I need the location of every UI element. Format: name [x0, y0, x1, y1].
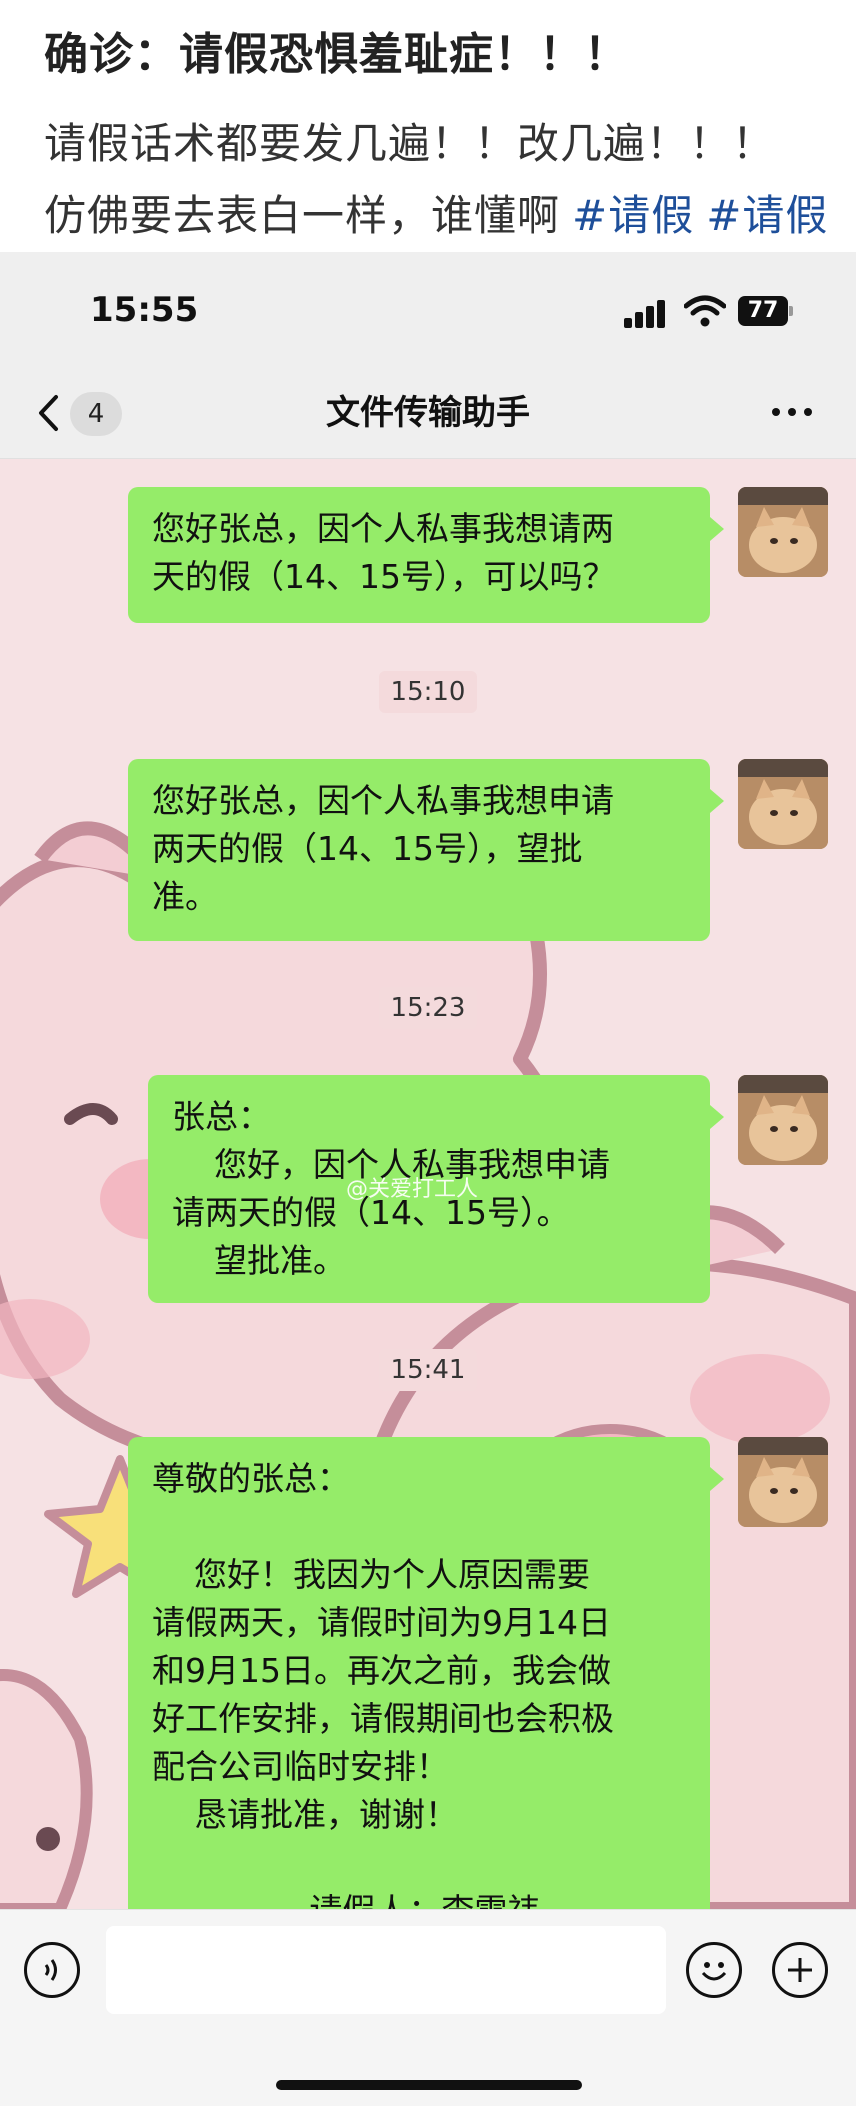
emoji-button[interactable] [686, 1942, 742, 1998]
post-title: 确诊：请假恐惧羞耻症！！！ [44, 29, 629, 80]
cat-avatar-icon [738, 487, 828, 577]
avatar[interactable] [738, 487, 828, 577]
message-bubble[interactable]: 您好张总，因个人私事我想请两 天的假（14、15号），可以吗？ [128, 487, 724, 623]
avatar[interactable] [738, 1437, 828, 1527]
message-bubble[interactable]: 尊敬的张总： 您好！我因为个人原因需要 请假两天，请假时间为9月14日 和9月1… [128, 1437, 724, 1909]
watermark: @关爱打工人 [346, 1177, 479, 1202]
more-functions-button[interactable] [772, 1942, 828, 1998]
chat-navbar: 文件传输助手 4 [0, 368, 856, 459]
message-timestamp: 15:10 [0, 671, 856, 713]
post-body-line-2: 仿佛要去表白一样，谁懂啊 #请假 #请假 [44, 182, 856, 243]
chat-title: 文件传输助手 [326, 393, 530, 433]
avatar[interactable] [738, 1075, 828, 1165]
message-timestamp: 15:23 [0, 987, 856, 1029]
post-body-text: 仿佛要去表白一样，谁懂啊 [44, 191, 561, 240]
message-input[interactable] [106, 1926, 666, 2014]
message-bubble[interactable]: 您好张总，因个人私事我想申请 两天的假（14、15号），望批 准。 [128, 759, 724, 941]
message-timestamp: 15:41 [0, 1349, 856, 1391]
cellular-signal-icon [624, 298, 668, 328]
voice-icon [44, 1959, 57, 1981]
emoji-smile-icon [701, 1962, 727, 1981]
battery-icon: 77 [738, 296, 794, 326]
unread-count-badge[interactable]: 4 [70, 392, 122, 436]
plus-icon [788, 1958, 812, 1982]
post-header: 确诊：请假恐惧羞耻症！！！ 请假话术都要发几遍！！改几遍！！！ 仿佛要去表白一样… [0, 0, 856, 252]
status-bar: 15:55 77 [0, 252, 856, 368]
chat-messages-area[interactable]: 您好张总，因个人私事我想请两 天的假（14、15号），可以吗？ 15:10 您好… [0, 459, 856, 1909]
cat-avatar-icon [738, 759, 828, 849]
cat-avatar-icon [738, 1437, 828, 1527]
wifi-icon [684, 295, 726, 327]
chat-screenshot: 15:55 77 文件传输助手 4 您好张总，因个人私事我想请两 天的假（14、… [0, 252, 856, 2106]
voice-input-button[interactable] [24, 1942, 80, 1998]
hashtag-link[interactable]: #请假 [572, 191, 694, 240]
battery-level: 77 [738, 296, 788, 326]
back-chevron-icon[interactable] [36, 394, 60, 432]
more-options-icon[interactable] [772, 408, 814, 418]
chat-input-bar [0, 1909, 856, 2106]
home-indicator [276, 2080, 582, 2090]
cat-avatar-icon [738, 1075, 828, 1165]
post-body-line-1: 请假话术都要发几遍！！改几遍！！！ [44, 119, 776, 168]
avatar[interactable] [738, 759, 828, 849]
hashtag-link[interactable]: #请假 [706, 191, 828, 240]
status-time: 15:55 [90, 290, 199, 330]
